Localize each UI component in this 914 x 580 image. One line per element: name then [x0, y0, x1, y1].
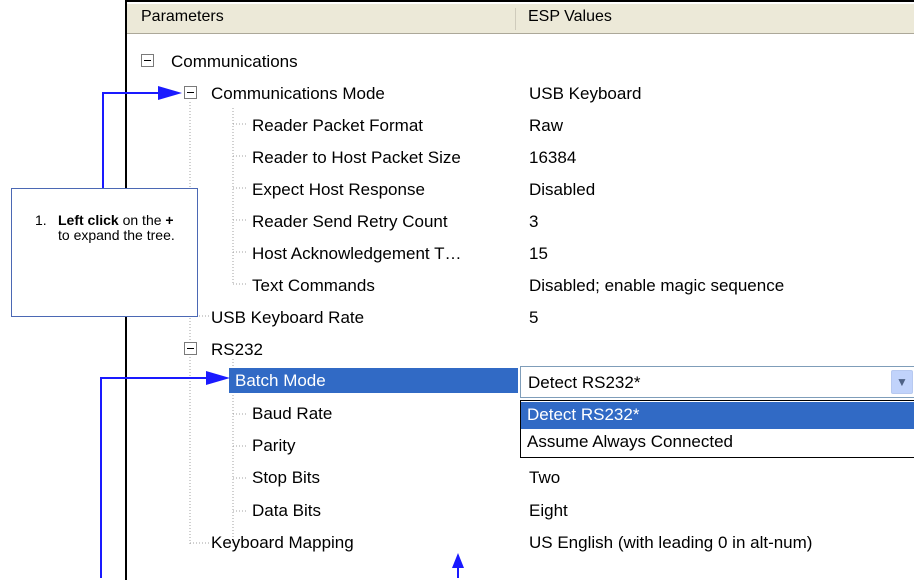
arrow-line-expand — [102, 92, 160, 188]
annotation-arrows — [100, 86, 464, 578]
arrow-head-expand — [158, 86, 182, 100]
arrow-head-dropdown — [452, 553, 464, 568]
arrow-head-batch-mode — [206, 371, 230, 385]
arrow-line-batch-mode — [100, 377, 206, 578]
